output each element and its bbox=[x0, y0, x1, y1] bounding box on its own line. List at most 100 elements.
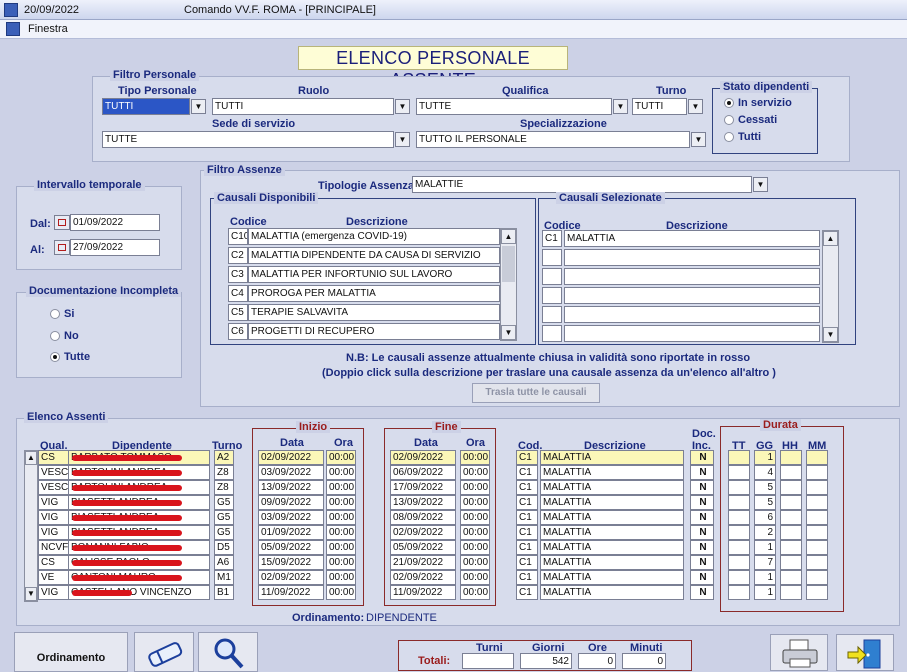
col-turno-cell[interactable]: Z8 bbox=[214, 480, 234, 495]
col-doc-cell[interactable]: N bbox=[690, 555, 714, 570]
eraser-button[interactable] bbox=[134, 632, 194, 672]
mm-cell[interactable] bbox=[806, 465, 828, 480]
causale-code[interactable]: C5 bbox=[228, 304, 248, 321]
causale-code[interactable]: C3 bbox=[228, 266, 248, 283]
dal-input[interactable]: 01/09/2022 bbox=[70, 214, 160, 231]
causale-code[interactable]: C4 bbox=[228, 285, 248, 302]
causale-desc[interactable]: TERAPIE SALVAVITA bbox=[248, 304, 500, 321]
col-fine-data-cell[interactable]: 21/09/2022 bbox=[390, 555, 456, 570]
sede-dropdown-arrow[interactable]: ▼ bbox=[395, 132, 410, 147]
tt-cell[interactable] bbox=[728, 570, 750, 585]
causale-code[interactable]: C10 bbox=[228, 228, 248, 245]
gg-cell[interactable]: 4 bbox=[754, 465, 776, 480]
col-inizio-ora-cell[interactable]: 00:00 bbox=[326, 480, 356, 495]
col-fine-ora-cell[interactable]: 00:00 bbox=[460, 525, 490, 540]
selected-desc[interactable] bbox=[564, 325, 820, 342]
disp-scroll-thumb[interactable] bbox=[502, 246, 515, 282]
stato-in-servizio-radio[interactable]: In servizio bbox=[724, 97, 792, 109]
col-cod-cell[interactable]: C1 bbox=[516, 465, 538, 480]
stato-tutti-radio[interactable]: Tutti bbox=[724, 131, 761, 143]
col-fine-ora-cell[interactable]: 00:00 bbox=[460, 570, 490, 585]
col-doc-cell[interactable]: N bbox=[690, 450, 714, 465]
turno-dropdown-arrow[interactable]: ▼ bbox=[688, 99, 703, 114]
col-inizio-ora-cell[interactable]: 00:00 bbox=[326, 510, 356, 525]
doc-no-radio[interactable]: No bbox=[50, 330, 79, 342]
col-qual-cell[interactable]: VIG bbox=[38, 585, 72, 600]
tipologie-dropdown-arrow[interactable]: ▼ bbox=[753, 177, 768, 192]
tt-cell[interactable] bbox=[728, 465, 750, 480]
tt-cell[interactable] bbox=[728, 555, 750, 570]
col-descrizione-cell[interactable]: MALATTIA bbox=[540, 555, 684, 570]
col-doc-cell[interactable]: N bbox=[690, 495, 714, 510]
col-fine-ora-cell[interactable]: 00:00 bbox=[460, 480, 490, 495]
exit-button[interactable] bbox=[836, 634, 894, 671]
selected-desc[interactable] bbox=[564, 249, 820, 266]
col-cod-cell[interactable]: C1 bbox=[516, 525, 538, 540]
specializzazione-select[interactable]: TUTTO IL PERSONALE bbox=[416, 131, 690, 148]
selected-code[interactable] bbox=[542, 268, 562, 285]
window-menu-icon[interactable] bbox=[6, 22, 20, 36]
tt-cell[interactable] bbox=[728, 525, 750, 540]
causale-code[interactable]: C6 bbox=[228, 323, 248, 340]
col-inizio-data-cell[interactable]: 05/09/2022 bbox=[258, 540, 324, 555]
col-qual-cell[interactable]: VIG bbox=[38, 495, 72, 510]
table-row[interactable]: NCVFBONANNI FABIOD505/09/202200:0005/09/… bbox=[0, 540, 907, 555]
col-fine-ora-cell[interactable]: 00:00 bbox=[460, 495, 490, 510]
col-fine-data-cell[interactable]: 02/09/2022 bbox=[390, 525, 456, 540]
selected-code[interactable] bbox=[542, 249, 562, 266]
mm-cell[interactable] bbox=[806, 585, 828, 600]
menu-finestra[interactable]: Finestra bbox=[28, 23, 68, 35]
col-fine-ora-cell[interactable]: 00:00 bbox=[460, 585, 490, 600]
col-inizio-data-cell[interactable]: 01/09/2022 bbox=[258, 525, 324, 540]
search-button[interactable] bbox=[198, 632, 258, 672]
col-inizio-ora-cell[interactable]: 00:00 bbox=[326, 525, 356, 540]
tt-cell[interactable] bbox=[728, 450, 750, 465]
table-row[interactable]: VIGCASTELLANO VINCENZOB111/09/202200:001… bbox=[0, 585, 907, 600]
ordinamento-button[interactable]: Ordinamento bbox=[14, 632, 128, 672]
table-row[interactable]: VESCBARTOLINI ANDREAZ803/09/202200:0006/… bbox=[0, 465, 907, 480]
selected-code[interactable]: C1 bbox=[542, 230, 562, 247]
qualifica-select[interactable]: TUTTE bbox=[416, 98, 612, 115]
col-inizio-ora-cell[interactable]: 00:00 bbox=[326, 450, 356, 465]
stato-cessati-radio[interactable]: Cessati bbox=[724, 114, 777, 126]
col-inizio-data-cell[interactable]: 09/09/2022 bbox=[258, 495, 324, 510]
col-doc-cell[interactable]: N bbox=[690, 525, 714, 540]
turno-select[interactable]: TUTTI bbox=[632, 98, 687, 115]
table-row[interactable]: VECANTONI MAUROM102/09/202200:0002/09/20… bbox=[0, 570, 907, 585]
mm-cell[interactable] bbox=[806, 555, 828, 570]
col-fine-data-cell[interactable]: 13/09/2022 bbox=[390, 495, 456, 510]
col-fine-ora-cell[interactable]: 00:00 bbox=[460, 540, 490, 555]
doc-tutte-radio[interactable]: Tutte bbox=[50, 351, 90, 363]
col-inizio-ora-cell[interactable]: 00:00 bbox=[326, 570, 356, 585]
col-cod-cell[interactable]: C1 bbox=[516, 540, 538, 555]
selected-desc[interactable] bbox=[564, 287, 820, 304]
col-qual-cell[interactable]: VE bbox=[38, 570, 72, 585]
col-fine-ora-cell[interactable]: 00:00 bbox=[460, 510, 490, 525]
col-inizio-data-cell[interactable]: 15/09/2022 bbox=[258, 555, 324, 570]
col-inizio-data-cell[interactable]: 13/09/2022 bbox=[258, 480, 324, 495]
disp-scrollbar[interactable]: ▲ ▼ bbox=[500, 228, 517, 341]
trasla-button[interactable]: Trasla tutte le causali bbox=[472, 383, 600, 403]
col-descrizione-cell[interactable]: MALATTIA bbox=[540, 480, 684, 495]
col-fine-ora-cell[interactable]: 00:00 bbox=[460, 465, 490, 480]
causale-code[interactable]: C2 bbox=[228, 247, 248, 264]
hh-cell[interactable] bbox=[780, 555, 802, 570]
hh-cell[interactable] bbox=[780, 450, 802, 465]
col-qual-cell[interactable]: CS bbox=[38, 450, 72, 465]
tt-cell[interactable] bbox=[728, 540, 750, 555]
col-turno-cell[interactable]: B1 bbox=[214, 585, 234, 600]
hh-cell[interactable] bbox=[780, 540, 802, 555]
hh-cell[interactable] bbox=[780, 495, 802, 510]
selected-desc[interactable] bbox=[564, 268, 820, 285]
ruolo-dropdown-arrow[interactable]: ▼ bbox=[395, 99, 410, 114]
specializzazione-dropdown-arrow[interactable]: ▼ bbox=[691, 132, 706, 147]
calendar-icon[interactable] bbox=[54, 240, 70, 255]
hh-cell[interactable] bbox=[780, 525, 802, 540]
tipo-dropdown-arrow[interactable]: ▼ bbox=[191, 99, 206, 114]
col-qual-cell[interactable]: VESC bbox=[38, 480, 72, 495]
col-cod-cell[interactable]: C1 bbox=[516, 495, 538, 510]
gg-cell[interactable]: 2 bbox=[754, 525, 776, 540]
calendar-icon[interactable] bbox=[54, 215, 70, 230]
print-button[interactable] bbox=[770, 634, 828, 671]
table-row[interactable]: VIGBIASETTI ANDREAG509/09/202200:0013/09… bbox=[0, 495, 907, 510]
